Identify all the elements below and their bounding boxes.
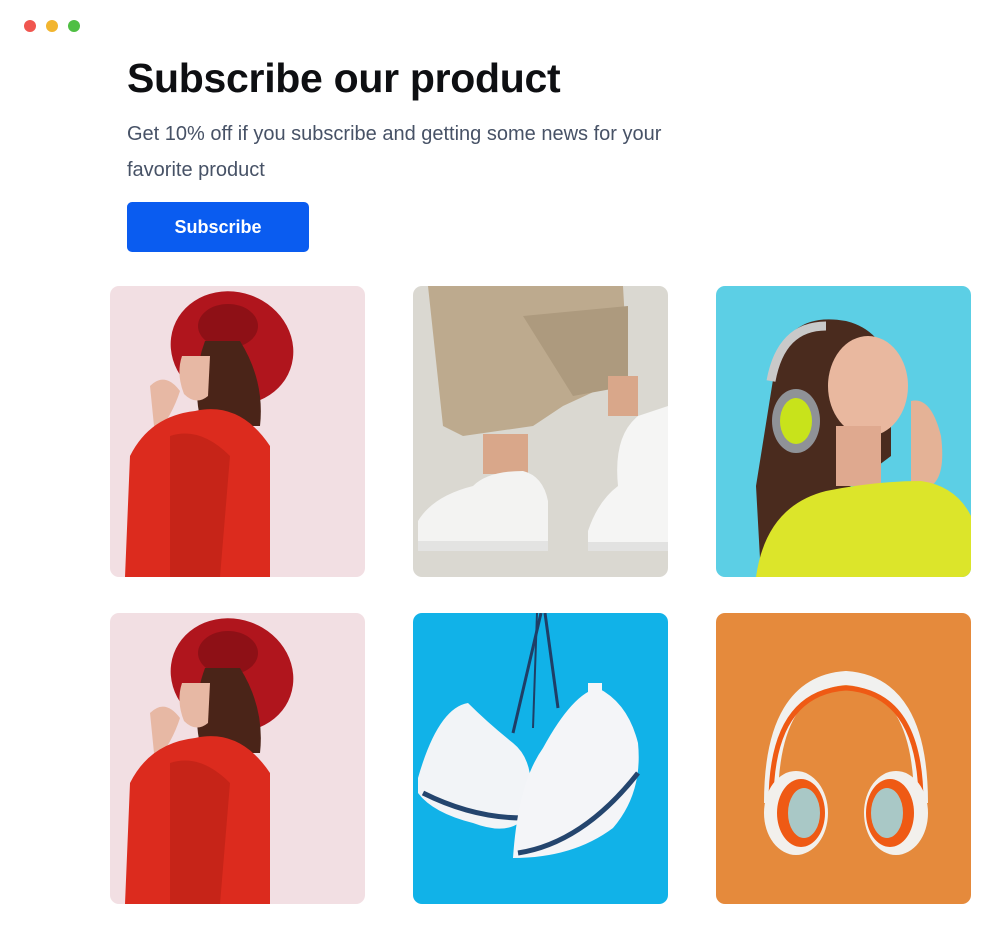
maximize-window-icon[interactable] (68, 20, 80, 32)
product-grid (110, 286, 971, 904)
woman-red-hat-image (110, 286, 365, 577)
window-controls (24, 20, 80, 32)
product-card[interactable] (110, 286, 365, 577)
white-sneakers-walking-image (413, 286, 668, 577)
woman-headphones-image (716, 286, 971, 577)
hero-section: Subscribe our product Get 10% off if you… (127, 52, 687, 252)
product-card[interactable] (413, 286, 668, 577)
product-card[interactable] (413, 613, 668, 904)
orange-headphones-image (716, 613, 971, 904)
page-description: Get 10% off if you subscribe and getting… (127, 123, 662, 181)
product-card[interactable] (716, 613, 971, 904)
hanging-sneakers-image (413, 613, 668, 904)
subscribe-button[interactable]: Subscribe (127, 202, 309, 252)
product-card[interactable] (716, 286, 971, 577)
product-card[interactable] (110, 613, 365, 904)
page-title: Subscribe our product (127, 55, 561, 101)
minimize-window-icon[interactable] (46, 20, 58, 32)
close-window-icon[interactable] (24, 20, 36, 32)
woman-red-hat-image-2 (110, 613, 365, 904)
